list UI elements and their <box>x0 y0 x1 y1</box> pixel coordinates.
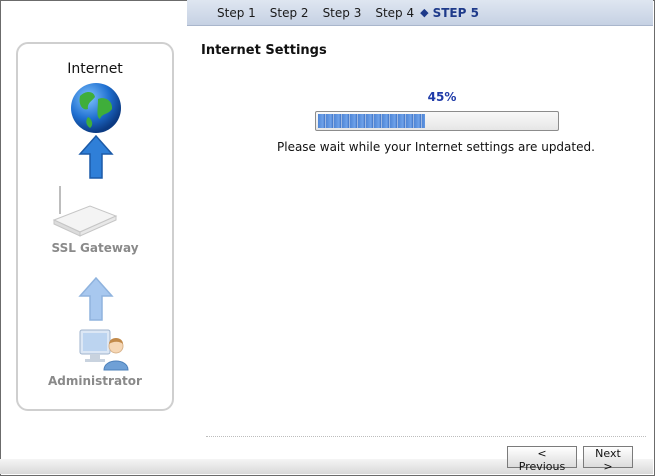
globe-icon <box>71 83 121 133</box>
wizard-step-bar: Step 1 Step 2 Step 3 Step 4 ◆ STEP 5 <box>187 0 653 26</box>
internet-label: Internet <box>67 61 123 77</box>
step-5-current: STEP 5 <box>432 5 479 20</box>
page-title: Internet Settings <box>201 43 327 58</box>
step-3: Step 3 <box>322 5 362 20</box>
footer-divider <box>206 436 646 437</box>
previous-button[interactable]: < Previous <box>507 446 577 473</box>
progress-percent: 45% <box>427 90 457 104</box>
up-arrow-icon <box>78 276 114 321</box>
administrator-label: Administrator <box>48 374 142 388</box>
progress-bar <box>315 111 559 131</box>
up-arrow-icon <box>78 134 114 179</box>
step-2: Step 2 <box>269 5 309 20</box>
network-diagram: Internet SSL Gateway Administrator <box>16 42 174 411</box>
next-button[interactable]: Next > <box>583 446 633 473</box>
status-message: Please wait while your Internet settings… <box>277 140 595 154</box>
step-4: Step 4 <box>375 5 415 20</box>
ssl-gateway-label: SSL Gateway <box>51 241 139 255</box>
step-1: Step 1 <box>217 5 256 20</box>
current-step-arrow-icon: ◆ <box>420 6 429 19</box>
router-icon <box>52 186 118 237</box>
administrator-icon <box>79 329 129 371</box>
progress-bar-fill <box>318 114 425 128</box>
